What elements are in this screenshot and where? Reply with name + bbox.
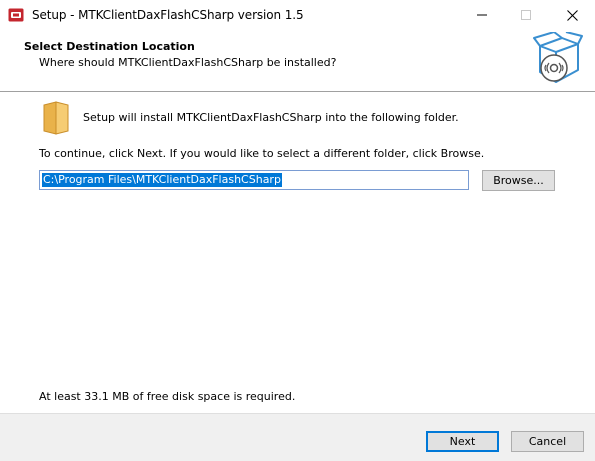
page-title: Select Destination Location <box>24 40 195 53</box>
title-bar[interactable]: Setup - MTKClientDaxFlashCSharp version … <box>0 0 595 30</box>
destination-path-input[interactable]: C:\Program Files\MTKClientDaxFlashCSharp <box>39 170 469 190</box>
box-disc-icon <box>532 31 584 88</box>
continue-instructions: To continue, click Next. If you would li… <box>39 147 485 160</box>
close-button[interactable] <box>549 0 595 30</box>
setup-window: Setup - MTKClientDaxFlashCSharp version … <box>0 0 595 461</box>
close-icon <box>566 9 578 21</box>
browse-button[interactable]: Browse... <box>482 170 555 191</box>
maximize-button[interactable] <box>503 0 549 30</box>
app-icon <box>8 7 24 23</box>
minimize-icon <box>477 14 487 16</box>
maximize-icon <box>521 10 531 20</box>
next-button[interactable]: Next <box>426 431 499 452</box>
page-subtitle: Where should MTKClientDaxFlashCSharp be … <box>39 56 337 69</box>
folder-icon <box>42 101 70 135</box>
wizard-footer: Next Cancel <box>0 413 595 461</box>
minimize-button[interactable] <box>459 0 505 30</box>
install-info-text: Setup will install MTKClientDaxFlashCSha… <box>83 111 459 124</box>
disk-space-requirement: At least 33.1 MB of free disk space is r… <box>39 390 296 403</box>
destination-path-value: C:\Program Files\MTKClientDaxFlashCSharp <box>42 173 282 187</box>
header-divider <box>0 91 595 92</box>
cancel-button[interactable]: Cancel <box>511 431 584 452</box>
window-title: Setup - MTKClientDaxFlashCSharp version … <box>32 8 304 22</box>
wizard-header: Select Destination Location Where should… <box>0 30 595 91</box>
